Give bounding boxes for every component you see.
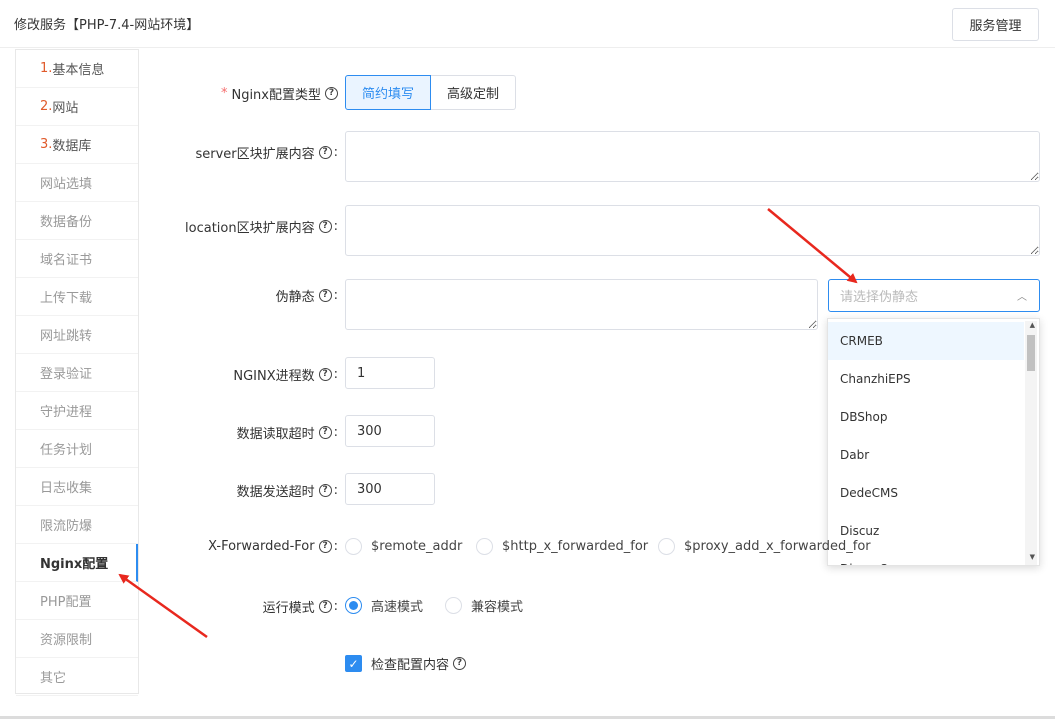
help-icon[interactable]: ? — [318, 289, 332, 302]
scroll-down-icon[interactable]: ▼ — [1030, 553, 1035, 561]
help-icon[interactable]: ? — [318, 146, 332, 159]
sidebar-item-rate-limit[interactable]: 限流防爆 — [16, 506, 138, 544]
sidebar-item-login-auth[interactable]: 登录验证 — [16, 354, 138, 392]
sidebar-item-log-collect[interactable]: 日志收集 — [16, 468, 138, 506]
location-block-label: location区块扩展内容 ?: — [185, 219, 338, 236]
help-icon[interactable]: ? — [318, 540, 332, 553]
radio-circle-selected — [345, 597, 362, 614]
worker-processes-label: NGINX进程数 ?: — [233, 367, 338, 384]
page-title: 修改服务【PHP-7.4-网站环境】 — [14, 18, 200, 33]
server-block-textarea[interactable] — [345, 131, 1040, 182]
sidebar-item-basic-info[interactable]: 1. 基本信息 — [16, 50, 138, 88]
sidebar-item-cron[interactable]: 任务计划 — [16, 430, 138, 468]
sidebar-item-daemon[interactable]: 守护进程 — [16, 392, 138, 430]
sidebar-item-database[interactable]: 3. 数据库 — [16, 126, 138, 164]
check-config-checkbox[interactable]: ✓ 检查配置内容 ? — [345, 654, 467, 673]
page-header: 修改服务【PHP-7.4-网站环境】 服务管理 — [0, 0, 1055, 48]
sidebar-item-label: 基本信息 — [52, 63, 105, 78]
help-icon[interactable]: ? — [318, 484, 332, 497]
radio-circle — [476, 538, 493, 555]
dropdown-option[interactable]: DedeCMS — [828, 474, 1024, 512]
help-icon[interactable]: ? — [318, 220, 332, 233]
sidebar-item-url-redirect[interactable]: 网址跳转 — [16, 316, 138, 354]
dropdown-scrollbar-thumb[interactable] — [1027, 335, 1035, 371]
dropdown-option[interactable]: DBShop — [828, 398, 1024, 436]
location-block-textarea[interactable] — [345, 205, 1040, 256]
nginx-type-advanced-option[interactable]: 高级定制 — [431, 75, 517, 110]
sidebar-item-nginx-config[interactable]: Nginx配置 — [16, 544, 138, 582]
dropdown-option[interactable]: CRMEB — [828, 322, 1024, 360]
rewrite-select[interactable]: 请选择伪静态 ︿ — [828, 279, 1040, 312]
rewrite-select-placeholder: 请选择伪静态 — [840, 290, 919, 305]
radio-circle — [658, 538, 675, 555]
help-icon[interactable]: ? — [318, 368, 332, 381]
sidebar-item-website[interactable]: 2. 网站 — [16, 88, 138, 126]
help-icon[interactable]: ? — [318, 600, 332, 613]
sidebar-item-domain-cert[interactable]: 域名证书 — [16, 240, 138, 278]
worker-processes-input[interactable] — [345, 357, 435, 389]
xff-http-x-forwarded-for-radio[interactable]: $http_x_forwarded_for — [476, 538, 648, 555]
sidebar-nav: 1. 基本信息 2. 网站 3. 数据库 网站选填 数据备份 域名证书 上传下载 网址… — [15, 49, 139, 696]
sidebar-item-site-options[interactable]: 网站选填 — [16, 164, 138, 202]
help-icon[interactable]: ? — [453, 657, 467, 670]
run-mode-fast-radio[interactable]: 高速模式 — [345, 596, 423, 615]
nginx-type-label: * Nginx配置类型 ? — [221, 84, 338, 103]
x-forwarded-for-label: X-Forwarded-For ?: — [208, 539, 338, 554]
nginx-type-simple-option[interactable]: 简约填写 — [345, 75, 432, 110]
read-timeout-input[interactable] — [345, 415, 435, 447]
send-timeout-label: 数据发送超时 ?: — [236, 483, 338, 500]
sidebar-item-upload-download[interactable]: 上传下载 — [16, 278, 138, 316]
rewrite-textarea[interactable] — [345, 279, 818, 330]
radio-circle — [345, 538, 362, 555]
rewrite-label: 伪静态 ?: — [275, 288, 338, 305]
sidebar-item-php-config[interactable]: PHP配置 — [16, 582, 138, 620]
dropdown-option[interactable]: ChanzhiEPS — [828, 360, 1024, 398]
sidebar-item-resource-limit[interactable]: 资源限制 — [16, 620, 138, 658]
scroll-up-icon[interactable]: ▲ — [1030, 321, 1035, 329]
run-mode-label: 运行模式 ?: — [262, 599, 338, 616]
run-mode-compat-radio[interactable]: 兼容模式 — [445, 596, 523, 615]
sidebar-item-label: 数据库 — [52, 139, 92, 154]
rewrite-dropdown: CRMEB ChanzhiEPS DBShop Dabr DedeCMS Dis… — [827, 318, 1040, 566]
radio-circle — [445, 597, 462, 614]
nginx-type-toggle: 简约填写 高级定制 — [345, 75, 517, 110]
xff-remote-addr-radio[interactable]: $remote_addr — [345, 538, 462, 555]
chevron-up-icon: ︿ — [1017, 292, 1027, 303]
service-management-button[interactable]: 服务管理 — [952, 8, 1039, 41]
dropdown-option[interactable]: Dabr — [828, 436, 1024, 474]
send-timeout-input[interactable] — [345, 473, 435, 505]
sidebar-item-label: 网站 — [52, 101, 79, 116]
server-block-label: server区块扩展内容 ?: — [195, 145, 338, 162]
checkmark-icon: ✓ — [345, 655, 362, 672]
required-mark: * — [220, 86, 228, 101]
sidebar-item-other[interactable]: 其它 — [16, 658, 138, 696]
xff-proxy-add-radio[interactable]: $proxy_add_x_forwarded_for — [658, 538, 871, 555]
read-timeout-label: 数据读取超时 ?: — [236, 425, 338, 442]
help-icon[interactable]: ? — [318, 426, 332, 439]
help-icon[interactable]: ? — [325, 87, 338, 100]
sidebar-item-data-backup[interactable]: 数据备份 — [16, 202, 138, 240]
